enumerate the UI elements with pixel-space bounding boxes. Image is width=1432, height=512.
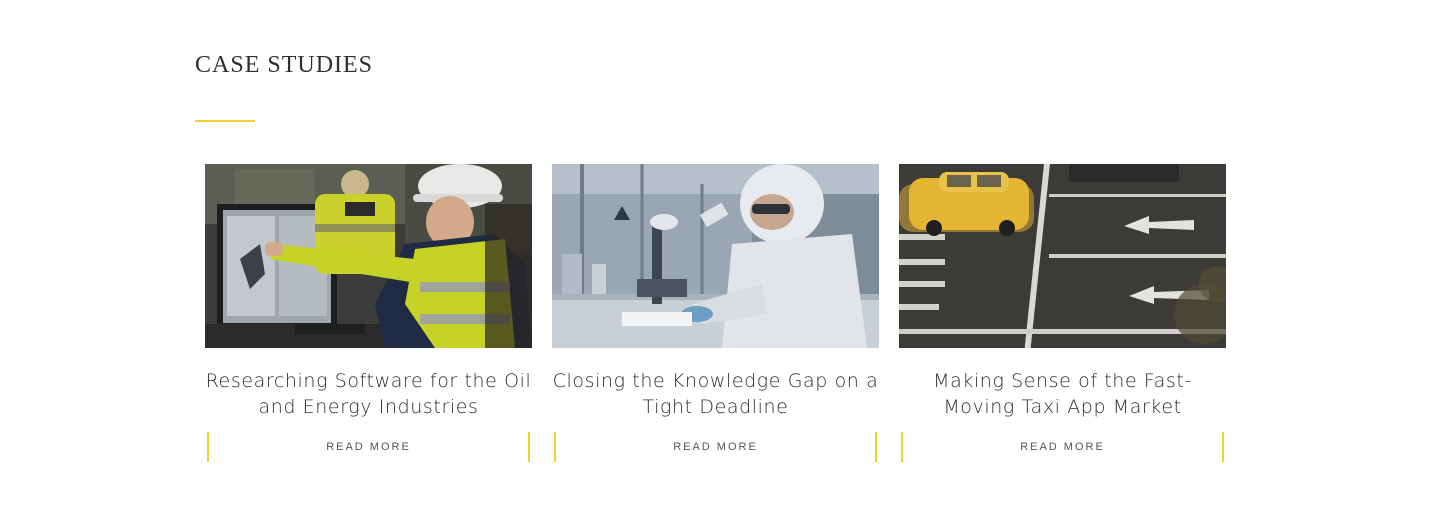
section-title: CASE STUDIES (195, 52, 374, 78)
case-study-title: Making Sense of the Fast-Moving Taxi App… (933, 370, 1192, 418)
engineers-at-monitor-photo[interactable] (205, 164, 532, 348)
title-accent-rule (195, 120, 255, 122)
read-more-link[interactable]: READ MORE (207, 432, 530, 462)
case-study-card: Researching Software for the Oil and Ene… (205, 164, 532, 464)
case-study-title: Closing the Knowledge Gap on a Tight Dea… (552, 370, 879, 418)
yellow-taxi-street-photo[interactable] (899, 164, 1226, 348)
case-study-title: Researching Software for the Oil and Ene… (205, 370, 532, 418)
case-study-card: Closing the Knowledge Gap on a Tight Dea… (552, 164, 879, 464)
lab-scientist-microscope-photo[interactable] (552, 164, 879, 348)
read-more-link[interactable]: READ MORE (901, 432, 1224, 462)
read-more-link[interactable]: READ MORE (554, 432, 877, 462)
case-study-card: Making Sense of the Fast-Moving Taxi App… (899, 164, 1226, 464)
